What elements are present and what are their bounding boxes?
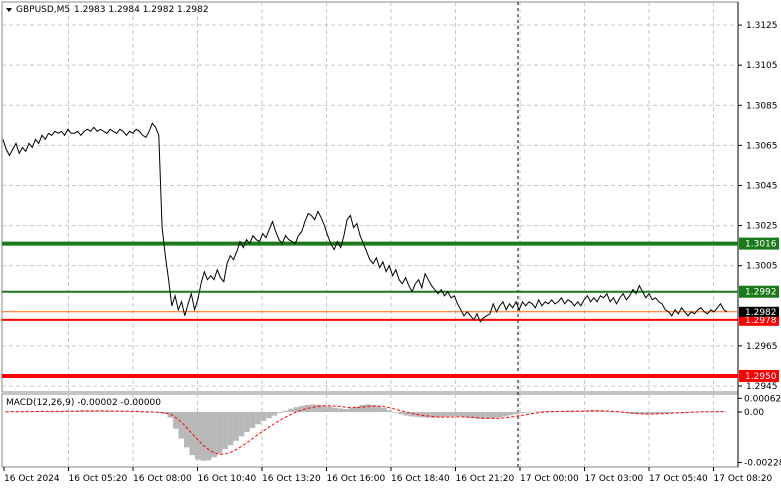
macd-tick-label: -0.00228 [744, 458, 781, 468]
macd-bar [277, 412, 283, 413]
macd-bar [452, 412, 459, 417]
macd-bar [189, 412, 195, 456]
macd-bar [288, 408, 294, 413]
symbol-label: GBPUSD,M5 [16, 5, 70, 15]
price-tick-label: 1.2945 [746, 382, 778, 392]
macd-bar [524, 412, 530, 413]
macd-bar [502, 412, 508, 417]
macd-bar [184, 412, 190, 448]
macd-bar [513, 412, 519, 415]
macd-bar [381, 408, 387, 413]
macd-bar [244, 412, 250, 432]
macd-bar [326, 406, 333, 413]
price-tick-label: 1.3125 [746, 21, 778, 31]
macd-bar [194, 412, 201, 460]
time-tick-label: 16 Oct 10:40 [198, 474, 257, 484]
macd-bar [425, 412, 431, 418]
macd-bar [441, 412, 448, 417]
macd-histogram [3, 404, 727, 461]
price-tick-label: 1.3105 [746, 61, 778, 71]
time-tick-label: 16 Oct 08:00 [133, 474, 192, 484]
support-resistance-levels [2, 241, 738, 378]
macd-bar [397, 412, 404, 415]
macd-bar [529, 411, 536, 413]
macd-bar [343, 408, 349, 413]
price-axis-ticks: 1.3125 1.3105 1.3085 1.3065 1.3045 1.3025 1.30… [738, 21, 778, 392]
main-plot-frame [1, 1, 739, 393]
price-tick-label: 1.3045 [746, 181, 778, 191]
macd-bar [491, 412, 497, 419]
time-tick-label: 16 Oct 2024 [4, 474, 60, 484]
macd-bar [238, 412, 245, 437]
macd-bar [458, 412, 464, 417]
macd-bar [507, 412, 514, 416]
time-tick-label: 16 Oct 05:20 [69, 474, 128, 484]
macd-signal-line [5, 405, 725, 456]
current-price-label: 1.2982 [745, 308, 777, 318]
macd-bar [485, 412, 492, 419]
macd-bar [216, 412, 223, 454]
price-chart[interactable]: 1.3125 1.3105 1.3085 1.3065 1.3045 1.3025 1.30… [0, 0, 781, 489]
macd-bar [200, 412, 206, 461]
macd-tick-label: 0.00 [744, 408, 764, 418]
macd-bar [321, 405, 327, 413]
macd-bar [178, 412, 184, 439]
macd-bar [310, 404, 316, 413]
macd-bar [359, 404, 365, 413]
macd-bar [255, 412, 261, 425]
time-tick-label: 17 Oct 00:00 [520, 474, 579, 484]
time-tick-label: 16 Oct 13:20 [262, 474, 321, 484]
macd-bar [227, 412, 234, 446]
macd-bar [496, 412, 503, 418]
macd-bar [233, 412, 239, 441]
time-tick-label: 16 Oct 16:00 [327, 474, 386, 484]
price-tick-label: 1.2965 [746, 342, 778, 352]
price-tick-label: 1.3005 [746, 262, 778, 272]
time-tick-label: 17 Oct 03:00 [585, 474, 644, 484]
macd-label: MACD(12,26,9) -0.00002 -0.00000 [6, 398, 161, 408]
macd-bar [518, 412, 525, 414]
macd-bar [282, 410, 289, 413]
price-tick-label: 1.3025 [746, 222, 778, 232]
level-tag-label: 1.2950 [745, 372, 777, 382]
macd-tick-label: 0.00062 [744, 394, 781, 404]
price-tick-label: 1.3065 [746, 141, 778, 151]
macd-axis-ticks: 0.00062 0.00 -0.00228 [738, 394, 781, 468]
macd-bar [337, 408, 344, 413]
macd-bar [271, 412, 278, 416]
level-price-tags: 1.30161.29921.29781.29501.2982 [739, 237, 779, 382]
macd-bar [266, 412, 272, 419]
macd-bar [211, 412, 217, 458]
macd-bar [249, 412, 256, 428]
macd-bar [419, 412, 426, 418]
macd-bar [392, 412, 398, 413]
macd-bar [348, 408, 355, 413]
macd-bar [260, 412, 267, 421]
macd-bar [535, 411, 541, 413]
time-tick-label: 16 Oct 18:40 [391, 474, 450, 484]
time-tick-label: 16 Oct 21:20 [456, 474, 515, 484]
macd-signal [5, 405, 725, 456]
macd-bar [463, 412, 470, 418]
macd-bar [205, 412, 212, 461]
time-axis-ticks: 16 Oct 2024 16 Oct 05:20 16 Oct 08:00 16 Oc… [3, 467, 773, 484]
ohlc-values: 1.2983 1.2984 1.2982 1.2982 [74, 5, 209, 15]
level-tag-label: 1.3016 [745, 240, 777, 250]
dropdown-triangle-icon[interactable] [6, 8, 12, 12]
time-tick-label: 17 Oct 08:20 [714, 474, 773, 484]
macd-bar [447, 412, 453, 417]
macd-bar [222, 412, 228, 450]
level-tag-label: 1.2992 [745, 288, 777, 298]
time-tick-label: 17 Oct 05:40 [649, 474, 708, 484]
macd-bar [332, 407, 338, 413]
macd-bar [173, 412, 179, 429]
macd-bar [365, 404, 371, 413]
macd-bar [386, 410, 393, 413]
macd-bar [375, 406, 382, 413]
price-tick-label: 1.3085 [746, 101, 778, 111]
